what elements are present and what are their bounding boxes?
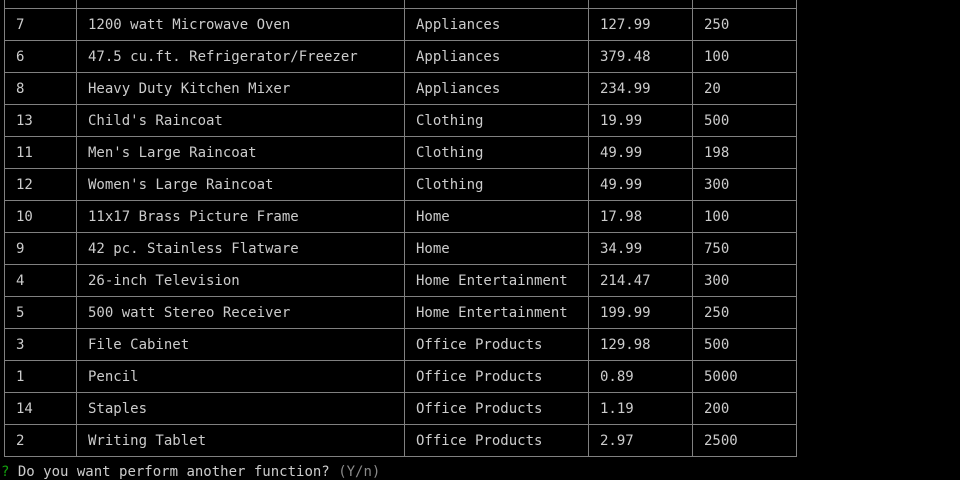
table-cell: 199.99 (588, 296, 693, 329)
products-table-container: 7 1200 watt Microwave Oven Appliances 127.9… (4, 0, 797, 457)
table-cell: 8 (4, 72, 77, 105)
table-row (4, 0, 797, 9)
table-cell: 34.99 (588, 232, 693, 265)
table-cell: Office Products (404, 392, 589, 425)
table-cell: 300 (692, 264, 797, 297)
table-cell: 100 (692, 40, 797, 73)
table-cell: 2500 (692, 424, 797, 457)
table-cell: Men's Large Raincoat (76, 136, 405, 169)
table-cell: Heavy Duty Kitchen Mixer (76, 72, 405, 105)
table-cell: 750 (692, 232, 797, 265)
table-cell: 7 (4, 8, 77, 41)
terminal-prompt[interactable]: ? Do you want perform another function? … (1, 464, 380, 480)
table-cell: 1 (4, 360, 77, 393)
table-cell: Clothing (404, 168, 589, 201)
table-cell: 2 (4, 424, 77, 457)
table-cell: Home (404, 200, 589, 233)
table-cell: 4 (4, 264, 77, 297)
table-cell: Office Products (404, 328, 589, 361)
table-row: 6 47.5 cu.ft. Refrigerator/Freezer Applian… (4, 40, 797, 73)
table-cell: 49.99 (588, 168, 693, 201)
table-cell: Clothing (404, 104, 589, 137)
table-cell: Appliances (404, 72, 589, 105)
products-table-body: 7 1200 watt Microwave Oven Appliances 127.9… (4, 0, 797, 457)
table-cell: 26-inch Television (76, 264, 405, 297)
table-row: 10 11x17 Brass Picture Frame Home 17.98 100 (4, 200, 797, 233)
table-cell: 100 (692, 200, 797, 233)
table-cell: 300 (692, 168, 797, 201)
table-cell (404, 0, 589, 9)
table-row: 12 Women's Large Raincoat Clothing 49.99 300 (4, 168, 797, 201)
table-cell: Child's Raincoat (76, 104, 405, 137)
table-cell: 14 (4, 392, 77, 425)
table-cell: 47.5 cu.ft. Refrigerator/Freezer (76, 40, 405, 73)
table-cell: Home Entertainment (404, 264, 589, 297)
prompt-question-mark: ? (1, 464, 10, 480)
table-cell: 5000 (692, 360, 797, 393)
table-cell: 0.89 (588, 360, 693, 393)
table-cell: 1.19 (588, 392, 693, 425)
table-row: 7 1200 watt Microwave Oven Appliances 127.9… (4, 8, 797, 41)
table-cell: 49.99 (588, 136, 693, 169)
table-cell: 500 watt Stereo Receiver (76, 296, 405, 329)
table-cell (76, 0, 405, 9)
table-cell: 13 (4, 104, 77, 137)
table-cell: 200 (692, 392, 797, 425)
table-cell: Home (404, 232, 589, 265)
table-cell: 10 (4, 200, 77, 233)
table-cell: 3 (4, 328, 77, 361)
table-cell (4, 0, 77, 9)
table-cell: Appliances (404, 8, 589, 41)
table-row: 5 500 watt Stereo Receiver Home Entertainm… (4, 296, 797, 329)
table-cell: 6 (4, 40, 77, 73)
table-cell: 250 (692, 8, 797, 41)
table-row: 11 Men's Large Raincoat Clothing 49.99 198 (4, 136, 797, 169)
table-cell: Women's Large Raincoat (76, 168, 405, 201)
table-cell: 2.97 (588, 424, 693, 457)
table-cell: Home Entertainment (404, 296, 589, 329)
table-cell: 11x17 Brass Picture Frame (76, 200, 405, 233)
table-row: 3 File Cabinet Office Products 129.98 500 (4, 328, 797, 361)
table-row: 1 Pencil Office Products 0.89 5000 (4, 360, 797, 393)
table-row: 14 Staples Office Products 1.19 200 (4, 392, 797, 425)
table-cell: 198 (692, 136, 797, 169)
table-cell: 129.98 (588, 328, 693, 361)
table-cell: 250 (692, 296, 797, 329)
table-cell: 379.48 (588, 40, 693, 73)
table-row: 4 26-inch Television Home Entertainment 214… (4, 264, 797, 297)
prompt-yn-hint: (Y/n) (338, 464, 381, 480)
table-row: 9 42 pc. Stainless Flatware Home 34.99 750 (4, 232, 797, 265)
table-cell (692, 0, 797, 9)
table-row: 13 Child's Raincoat Clothing 19.99 500 (4, 104, 797, 137)
table-cell: 20 (692, 72, 797, 105)
table-cell: Staples (76, 392, 405, 425)
table-cell: 19.99 (588, 104, 693, 137)
table-cell: File Cabinet (76, 328, 405, 361)
table-cell: 9 (4, 232, 77, 265)
table-cell: 17.98 (588, 200, 693, 233)
table-cell: 500 (692, 104, 797, 137)
table-cell: 5 (4, 296, 77, 329)
prompt-question-text: Do you want perform another function? (17, 464, 330, 480)
table-row: 8 Heavy Duty Kitchen Mixer Appliances 234.9… (4, 72, 797, 105)
table-row: 2 Writing Tablet Office Products 2.97 2500 (4, 424, 797, 457)
products-table: 7 1200 watt Microwave Oven Appliances 127.9… (4, 0, 797, 457)
table-cell: Writing Tablet (76, 424, 405, 457)
table-cell (588, 0, 693, 9)
table-cell: Pencil (76, 360, 405, 393)
table-cell: Office Products (404, 424, 589, 457)
table-cell: 234.99 (588, 72, 693, 105)
table-cell: Clothing (404, 136, 589, 169)
table-cell: 42 pc. Stainless Flatware (76, 232, 405, 265)
table-cell: 12 (4, 168, 77, 201)
table-cell: Appliances (404, 40, 589, 73)
table-cell: 127.99 (588, 8, 693, 41)
table-cell: 11 (4, 136, 77, 169)
table-cell: 214.47 (588, 264, 693, 297)
table-cell: Office Products (404, 360, 589, 393)
table-cell: 500 (692, 328, 797, 361)
table-cell: 1200 watt Microwave Oven (76, 8, 405, 41)
